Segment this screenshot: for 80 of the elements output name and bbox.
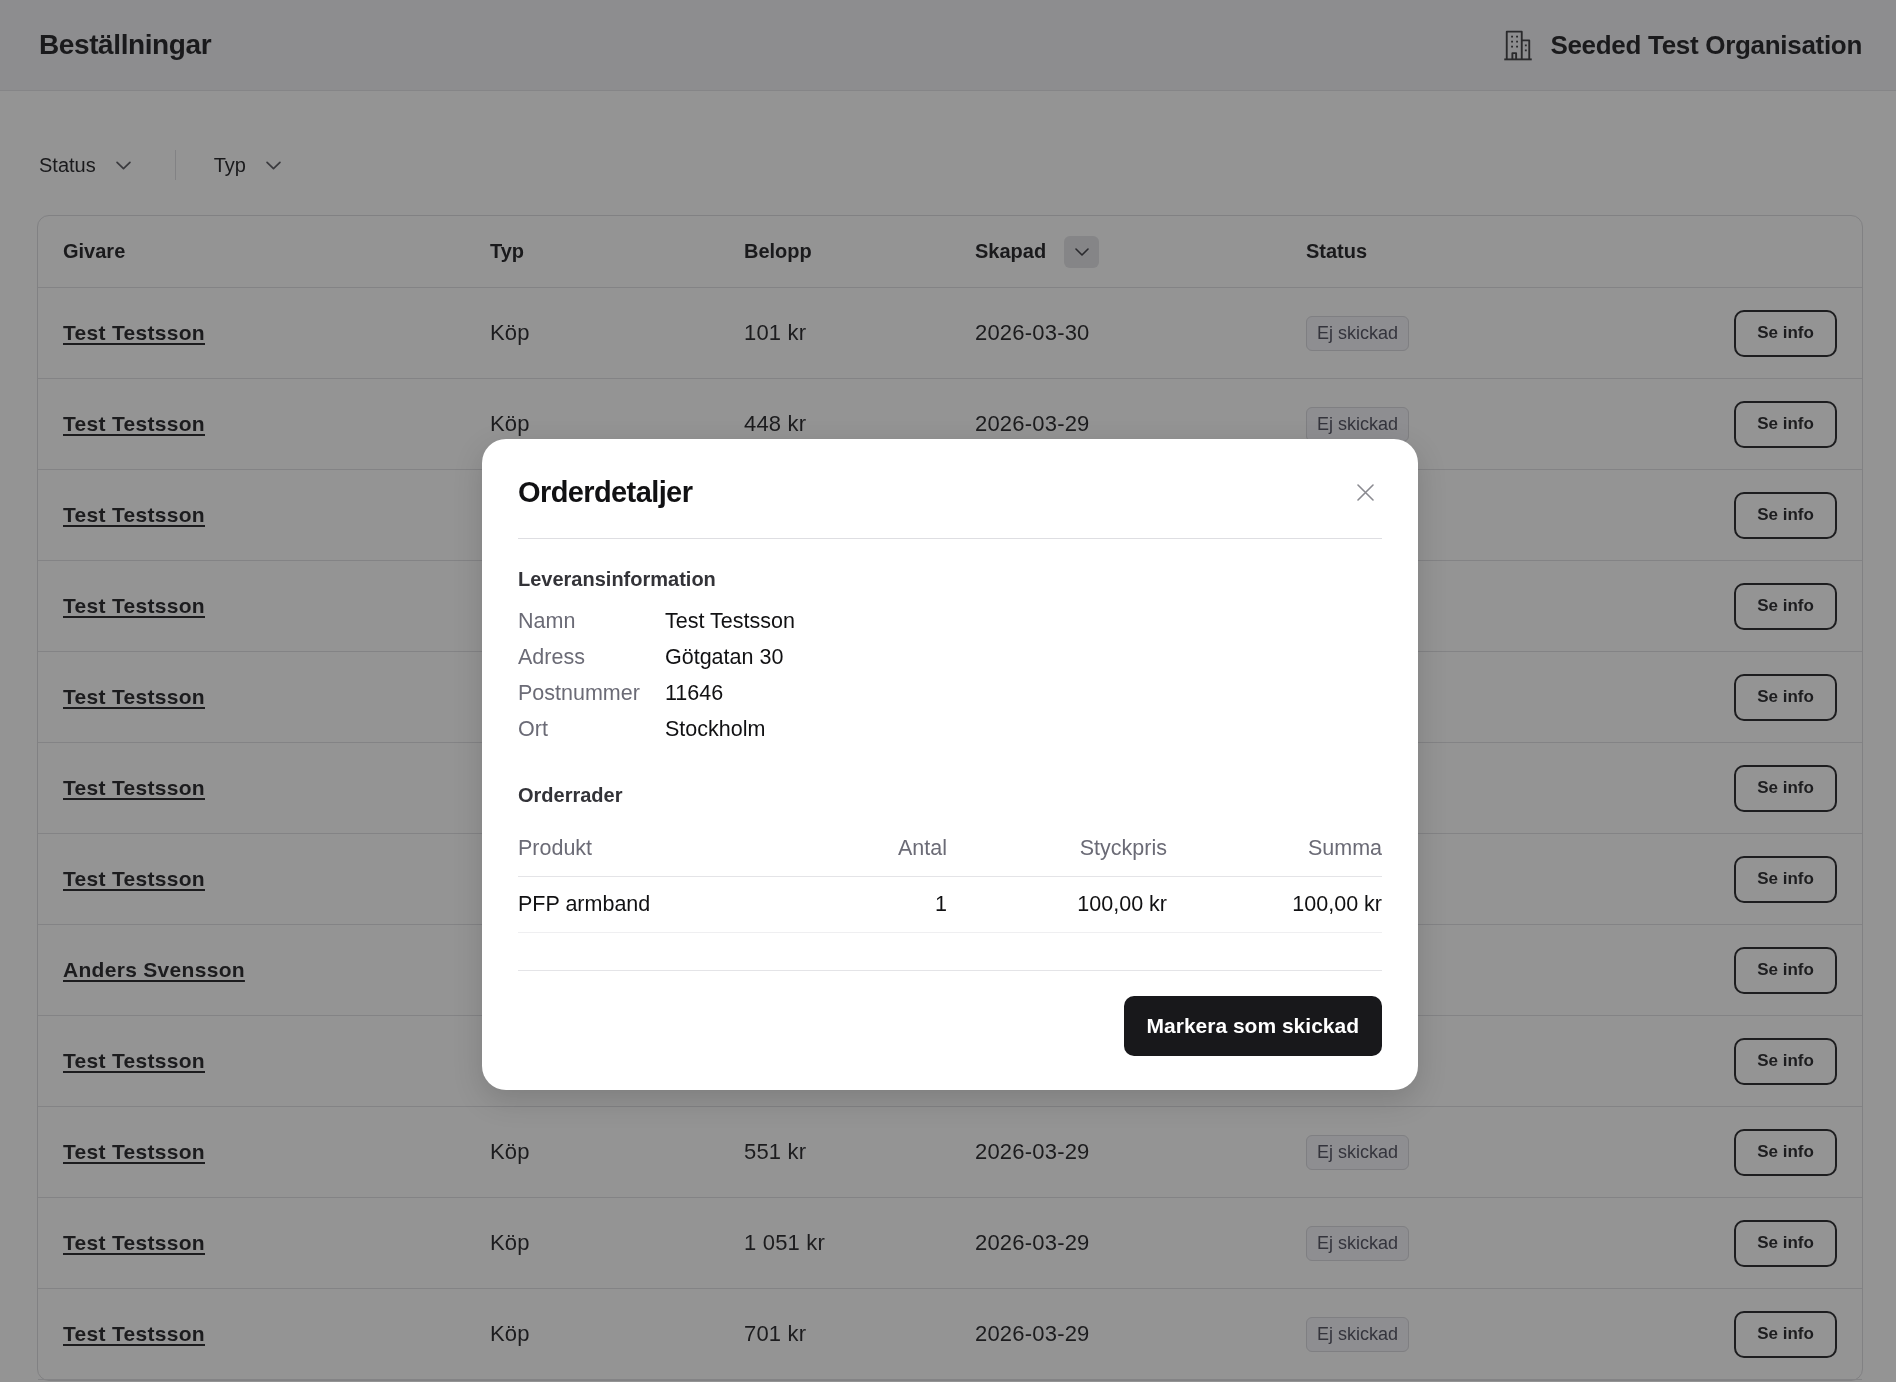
- building-icon: [1503, 29, 1534, 61]
- table-cell: Köp: [490, 1139, 530, 1165]
- column-header: Givare: [63, 240, 126, 263]
- table-cell: 2026-03-29: [975, 1139, 1090, 1165]
- field-label: Namn: [518, 608, 576, 635]
- primary-button[interactable]: Markera som skickad: [1123, 996, 1382, 1056]
- info-button[interactable]: Se info: [1734, 400, 1837, 448]
- close-button[interactable]: [1357, 483, 1374, 501]
- table-cell: PFP armband: [518, 892, 651, 917]
- giver-link[interactable]: Test Testsson: [63, 594, 205, 618]
- table-cell: Köp: [490, 411, 530, 437]
- table-cell: 100,00 kr: [1077, 892, 1167, 917]
- column-header: Status: [1306, 240, 1368, 263]
- giver-link[interactable]: Test Testsson: [63, 685, 205, 709]
- field-label: Postnummer: [518, 680, 640, 707]
- giver-link[interactable]: Test Testsson: [63, 1140, 205, 1164]
- filter-dropdown[interactable]: Typ: [213, 153, 281, 177]
- field-value: Götgatan 30: [665, 644, 784, 671]
- field-label: Adress: [518, 644, 585, 671]
- info-button[interactable]: Se info: [1734, 855, 1837, 903]
- info-button[interactable]: Se info: [1734, 764, 1837, 812]
- info-button[interactable]: Se info: [1734, 491, 1837, 539]
- table-cell: 551 kr: [744, 1139, 807, 1165]
- field-value: Stockholm: [665, 716, 766, 743]
- giver-link[interactable]: Anders Svensson: [63, 958, 245, 982]
- table-cell: Köp: [490, 320, 530, 346]
- filter-dropdown[interactable]: Status: [39, 153, 131, 177]
- giver-link[interactable]: Test Testsson: [63, 503, 205, 527]
- column-header: Summa: [1307, 835, 1382, 861]
- chevron-down-icon: [115, 160, 131, 170]
- table-cell: 101 kr: [744, 320, 807, 346]
- table-cell: Köp: [490, 1321, 530, 1347]
- field-value: Test Testsson: [665, 608, 795, 635]
- info-button[interactable]: Se info: [1734, 946, 1837, 994]
- giver-link[interactable]: Test Testsson: [63, 1231, 205, 1255]
- section-heading: Leveransinformation: [518, 567, 716, 592]
- info-button[interactable]: Se info: [1734, 673, 1837, 721]
- table-cell: 448 kr: [744, 411, 807, 437]
- info-button[interactable]: Se info: [1734, 1128, 1837, 1176]
- field-label: Ort: [518, 716, 548, 743]
- info-button[interactable]: Se info: [1734, 1310, 1837, 1358]
- status-badge: Ej skickad: [1306, 1225, 1410, 1261]
- column-header: Styckpris: [1079, 835, 1167, 861]
- status-badge: Ej skickad: [1306, 406, 1410, 442]
- table-cell: 1 051 kr: [744, 1230, 826, 1256]
- status-badge: Ej skickad: [1306, 1316, 1410, 1352]
- giver-link[interactable]: Test Testsson: [63, 321, 205, 345]
- info-button[interactable]: Se info: [1734, 1037, 1837, 1085]
- table-cell: 2026-03-29: [975, 1321, 1090, 1347]
- field-value: 11646: [665, 680, 724, 707]
- giver-link[interactable]: Test Testsson: [63, 412, 205, 436]
- column-header: Produkt: [518, 835, 593, 861]
- info-button[interactable]: Se info: [1734, 309, 1837, 357]
- status-badge: Ej skickad: [1306, 315, 1410, 351]
- sort-button[interactable]: [1064, 235, 1100, 268]
- table-cell: 1: [935, 892, 947, 917]
- status-badge: Ej skickad: [1306, 1134, 1410, 1170]
- table-cell: 2026-03-29: [975, 411, 1090, 437]
- close-icon: [1357, 483, 1374, 501]
- dialog-title: Orderdetaljer: [518, 475, 693, 510]
- table-cell: 2026-03-29: [975, 1230, 1090, 1256]
- giver-link[interactable]: Test Testsson: [63, 776, 205, 800]
- info-button[interactable]: Se info: [1734, 1219, 1837, 1267]
- chevron-down-icon: [1074, 247, 1089, 256]
- table-cell: 2026-03-30: [975, 320, 1090, 346]
- section-heading: Orderrader: [518, 783, 623, 808]
- column-header: Belopp: [744, 240, 812, 263]
- column-header: Skapad: [975, 240, 1047, 263]
- column-header: Typ: [490, 240, 525, 263]
- table-cell: 100,00 kr: [1292, 892, 1382, 917]
- table-cell: Köp: [490, 1230, 530, 1256]
- giver-link[interactable]: Test Testsson: [63, 1049, 205, 1073]
- giver-link[interactable]: Test Testsson: [63, 867, 205, 891]
- organisation-name: Seeded Test Organisation: [1550, 29, 1862, 61]
- table-cell: 701 kr: [744, 1321, 807, 1347]
- column-header: Antal: [898, 835, 947, 861]
- giver-link[interactable]: Test Testsson: [63, 1322, 205, 1346]
- page-title: Beställningar: [39, 29, 212, 61]
- chevron-down-icon: [265, 160, 281, 170]
- info-button[interactable]: Se info: [1734, 582, 1837, 630]
